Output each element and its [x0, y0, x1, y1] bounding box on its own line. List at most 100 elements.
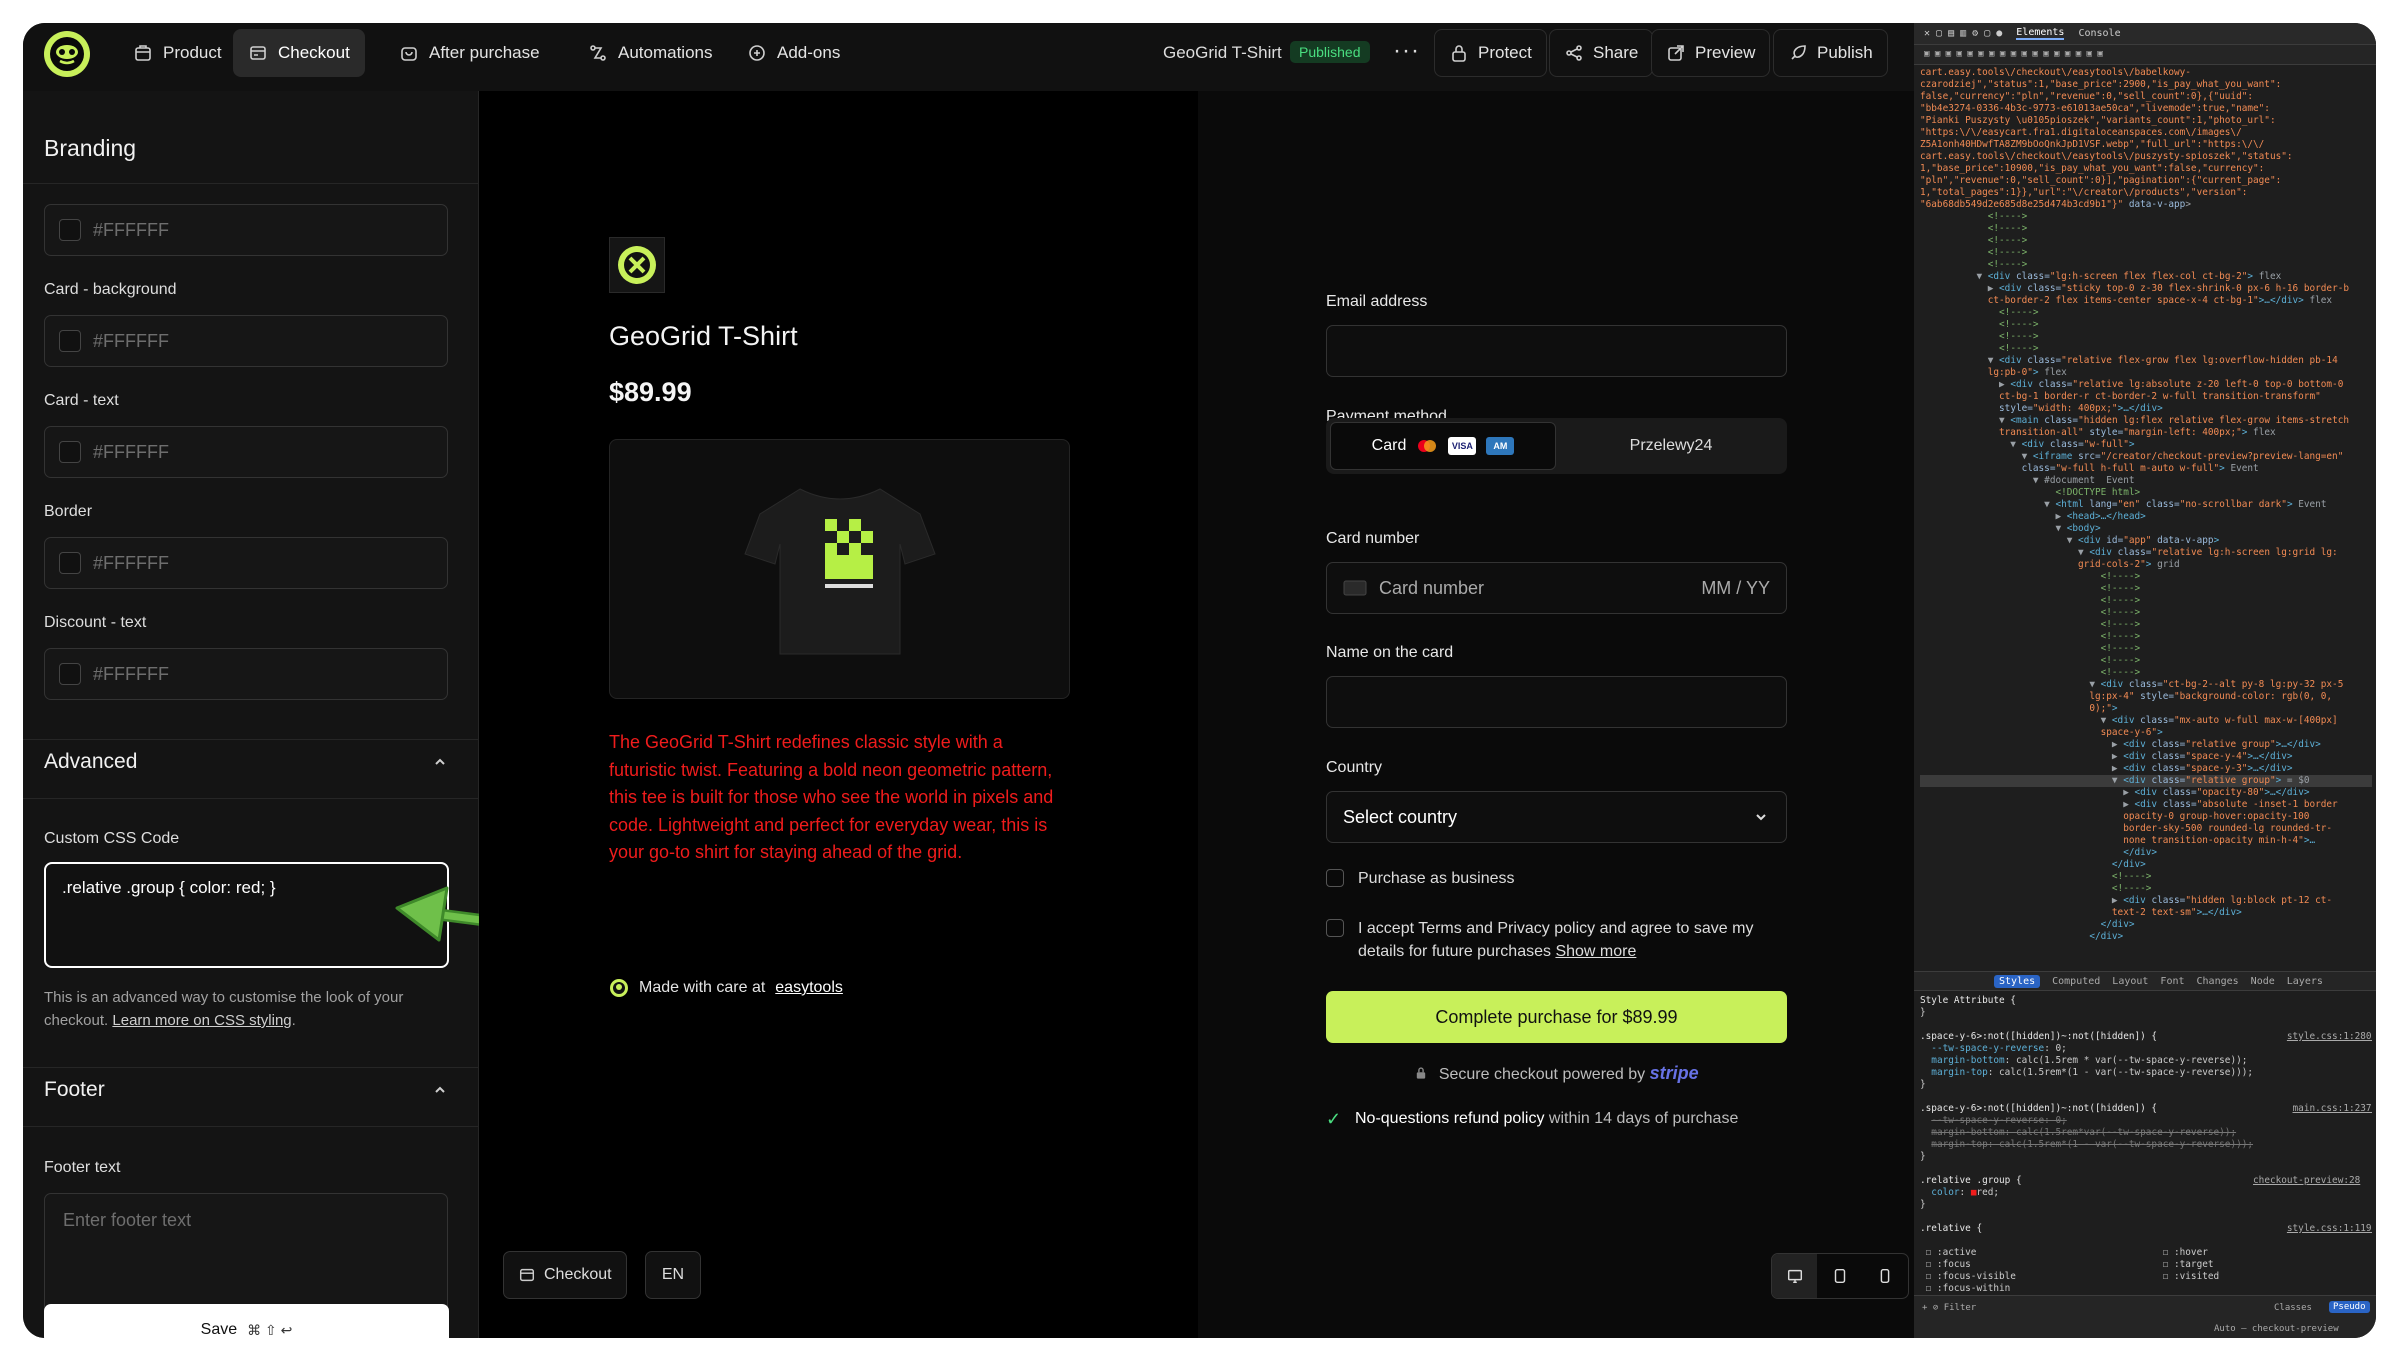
nav-label: Checkout [278, 43, 350, 62]
css-help-text: This is an advanced way to customise the… [44, 989, 404, 1029]
checkout-view-button[interactable]: Checkout [503, 1251, 627, 1299]
more-menu-button[interactable]: ··· [1393, 37, 1420, 65]
expiry-placeholder: MM / YY [1701, 577, 1770, 598]
publish-label: Publish [1817, 43, 1873, 62]
save-button[interactable]: Save ⌘ ⇧ ↩ [44, 1304, 449, 1338]
divider [23, 183, 479, 184]
protect-label: Protect [1478, 43, 1532, 62]
business-checkbox[interactable] [1326, 869, 1344, 887]
card-number-input[interactable]: Card number MM / YY [1326, 562, 1787, 614]
chevron-up-icon[interactable] [431, 1081, 449, 1099]
color-value: #FFFFFF [93, 219, 169, 240]
styles-pane[interactable]: Style Attribute { } .space-y-6>:not([hid… [1920, 995, 2372, 1295]
status-badge: Published [1290, 41, 1370, 63]
css-help-link[interactable]: Learn more on CSS styling [112, 1012, 291, 1029]
tab-console[interactable]: Console [2078, 28, 2120, 39]
discount-text-field[interactable]: #FFFFFF [44, 648, 448, 700]
box-icon [135, 45, 151, 61]
check-icon: ✓ [1326, 1109, 1342, 1129]
product-name: GeoGrid T-Shirt [1163, 43, 1282, 62]
pseudo-toggle[interactable]: Pseudo [2329, 1301, 2370, 1313]
checkout-form: Email address Payment method Card VISA A… [1198, 91, 1914, 1338]
protect-button[interactable]: Protect [1434, 29, 1547, 77]
visa-icon: VISA [1448, 437, 1477, 455]
nav-label: Automations [618, 43, 713, 62]
terms-checkbox[interactable] [1326, 919, 1344, 937]
card-option-label: Card [1371, 437, 1407, 454]
tablet-view-button[interactable] [1817, 1254, 1862, 1298]
publish-button[interactable]: Publish [1773, 29, 1888, 77]
payment-p24-option[interactable]: Przelewy24 [1558, 422, 1784, 470]
custom-css-textarea[interactable]: .relative .group { color: red; } [44, 862, 449, 968]
language-button[interactable]: EN [645, 1251, 701, 1299]
color-swatch[interactable] [59, 219, 81, 241]
color-swatch[interactable] [59, 663, 81, 685]
card-background-field[interactable]: #FFFFFF [44, 315, 448, 367]
tab-layout[interactable]: Layout [2112, 976, 2148, 987]
color-swatch[interactable] [59, 441, 81, 463]
easytools-link[interactable]: easytools [775, 979, 843, 997]
tab-node[interactable]: Node [2251, 976, 2275, 987]
chevron-up-icon[interactable] [431, 753, 449, 771]
card-icon [1343, 580, 1367, 596]
color-swatch[interactable] [59, 552, 81, 574]
color-field-1[interactable]: #FFFFFF [44, 204, 448, 256]
complete-purchase-button[interactable]: Complete purchase for $89.99 [1326, 991, 1787, 1043]
classes-toggle[interactable]: Classes [2274, 1303, 2312, 1313]
nav-automations[interactable]: Automations [573, 29, 728, 77]
product-price: $89.99 [609, 377, 692, 407]
refund-policy-note: No-questions refund policy within 14 day… [1355, 1110, 1738, 1128]
email-input[interactable] [1326, 325, 1787, 377]
preview-button[interactable]: Preview [1651, 29, 1771, 77]
border-field[interactable]: #FFFFFF [44, 537, 448, 589]
tab-computed[interactable]: Computed [2052, 976, 2100, 987]
tab-elements[interactable]: Elements [2016, 27, 2065, 40]
share-button[interactable]: Share [1549, 29, 1654, 77]
country-select[interactable]: Select country [1326, 791, 1787, 843]
app-logo-icon[interactable] [43, 30, 91, 78]
phone-icon [1880, 1268, 1890, 1284]
product-image [609, 439, 1070, 699]
tab-styles[interactable]: Styles [1994, 974, 2041, 988]
card-number-placeholder: Card number [1379, 577, 1485, 598]
devtools-panel: ✕ ▢ ▤ ▥ ⚙ ▢ ● Elements Console ▣ ▣ ▣ ▣ ▣… [1914, 23, 2376, 1338]
monitor-icon [1787, 1269, 1802, 1284]
terms-checkbox-row[interactable]: I accept Terms and Privacy policy and ag… [1326, 917, 1787, 963]
styles-filter-bar: + ⊘ Filter Classes Pseudo Auto — checkou… [1914, 1295, 2376, 1338]
dom-tree[interactable]: cart.easy.tools\/checkout\/easytools\/ba… [1920, 67, 2372, 967]
tab-layers[interactable]: Layers [2287, 976, 2323, 987]
nav-add-ons[interactable]: Add-ons [732, 29, 855, 77]
footer-text-label: Footer text [44, 1159, 121, 1176]
nav-product[interactable]: Product [118, 29, 237, 77]
nav-label: Product [163, 43, 222, 62]
field-label: Border [44, 503, 93, 520]
tab-changes[interactable]: Changes [2197, 976, 2239, 987]
footer-title: Footer [44, 1078, 105, 1101]
card-text-field[interactable]: #FFFFFF [44, 426, 448, 478]
geogrid-logo-icon [618, 246, 656, 284]
tab-font[interactable]: Font [2160, 976, 2184, 987]
footer-text-input[interactable]: Enter footer text [44, 1193, 448, 1313]
payment-card-option[interactable]: Card VISA AM [1330, 422, 1556, 470]
desktop-view-button[interactable] [1772, 1254, 1818, 1298]
external-link-icon [1668, 45, 1684, 61]
filter-input[interactable]: + ⊘ Filter [1922, 1303, 1976, 1313]
nav-checkout[interactable]: Checkout [233, 29, 365, 77]
made-with-text: Made with care at [639, 979, 766, 996]
business-checkbox-row[interactable]: Purchase as business [1326, 867, 1515, 890]
chevron-down-icon [1756, 814, 1766, 821]
nav-after-purchase[interactable]: After purchase [384, 29, 555, 77]
show-more-link[interactable]: Show more [1555, 943, 1636, 960]
made-with-care: Made with care at easytools [609, 978, 843, 998]
payment-method-selector: Card VISA AM Przelewy24 [1326, 418, 1787, 474]
addon-icon [749, 45, 765, 61]
color-swatch[interactable] [59, 330, 81, 352]
context-selector[interactable]: Auto — checkout-preview [2214, 1324, 2339, 1334]
footer-placeholder: Enter footer text [63, 1210, 192, 1230]
mobile-view-button[interactable] [1863, 1254, 1908, 1298]
devtools-toolbar-icons[interactable]: ✕ ▢ ▤ ▥ ⚙ ▢ ● [1924, 28, 2002, 39]
email-label: Email address [1326, 293, 1428, 310]
save-label: Save [200, 1321, 238, 1338]
name-on-card-input[interactable] [1326, 676, 1787, 728]
terms-text: I accept Terms and Privacy policy and ag… [1358, 917, 1787, 963]
